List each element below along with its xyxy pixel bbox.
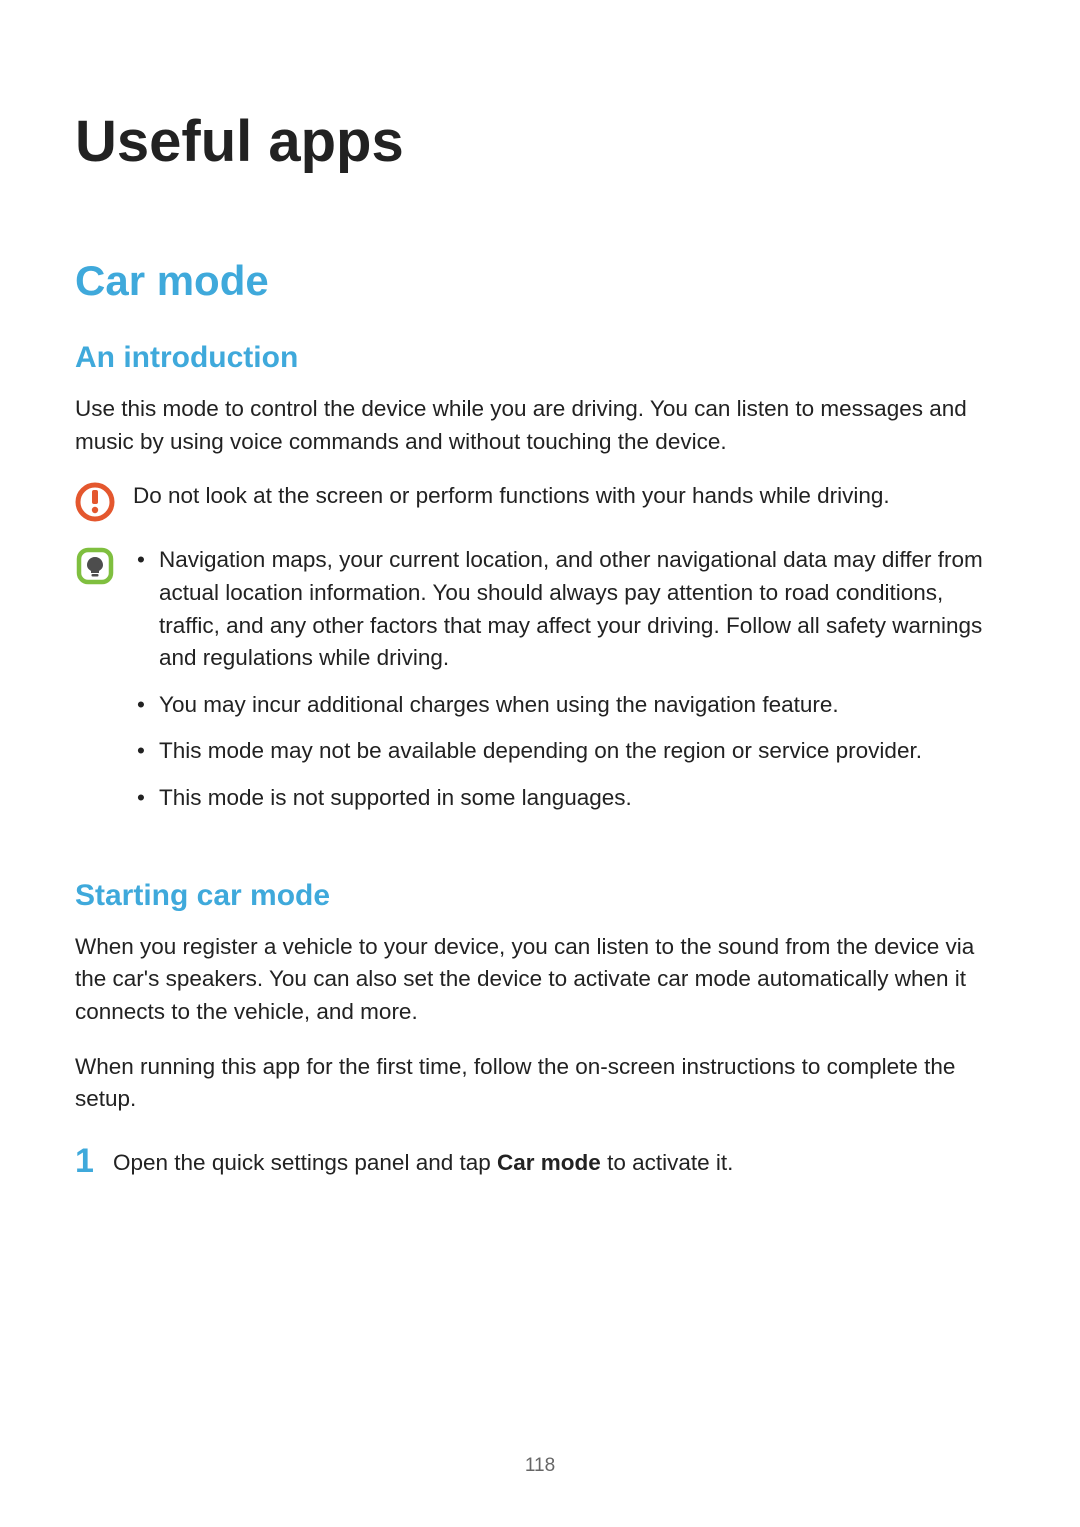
notes-list: Navigation maps, your current location, … [133,544,1005,814]
subsection-heading-introduction: An introduction [75,341,1005,375]
intro-paragraph: Use this mode to control the device whil… [75,393,1005,458]
starting-paragraph-1: When you register a vehicle to your devi… [75,931,1005,1029]
section-heading-car-mode: Car mode [75,257,1005,305]
warning-icon [75,480,133,522]
note-item: You may incur additional charges when us… [133,689,1005,722]
notes-callout: Navigation maps, your current location, … [75,544,1005,828]
step-text: Open the quick settings panel and tap Ca… [113,1147,733,1180]
step-text-before: Open the quick settings panel and tap [113,1150,497,1175]
note-item: This mode may not be available depending… [133,735,1005,768]
page-title: Useful apps [75,108,1005,175]
step-text-bold: Car mode [497,1150,601,1175]
note-item: Navigation maps, your current location, … [133,544,1005,675]
step-number: 1 [75,1144,113,1180]
step-1: 1 Open the quick settings panel and tap … [75,1144,1005,1180]
warning-text: Do not look at the screen or perform fun… [133,480,1005,513]
subsection-heading-starting: Starting car mode [75,879,1005,913]
warning-callout: Do not look at the screen or perform fun… [75,480,1005,522]
page-number: 118 [0,1455,1080,1477]
note-item: This mode is not supported in some langu… [133,782,1005,815]
starting-paragraph-2: When running this app for the first time… [75,1051,1005,1116]
step-text-after: to activate it. [601,1150,734,1175]
notes-icon [75,544,133,586]
